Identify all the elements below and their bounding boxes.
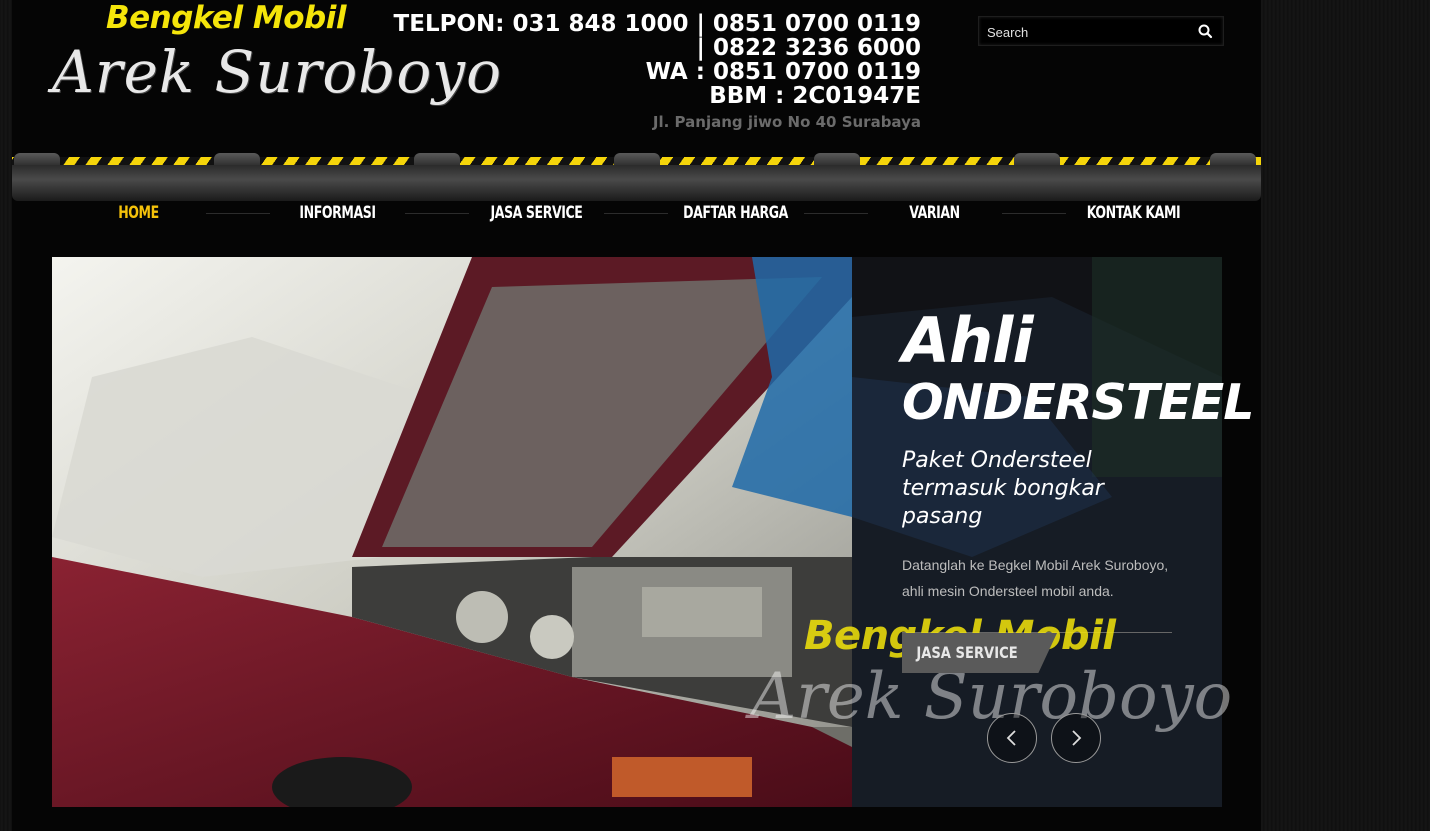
slide-heading-2: ONDERSTEEL — [902, 374, 1254, 431]
contact-info: TELPON: 031 848 1000 | 0851 0700 0119 | … — [394, 12, 921, 134]
chevron-left-icon — [1006, 730, 1016, 746]
hazard-bar — [12, 153, 1261, 201]
jasa-service-button-label: JASA SERVICE — [916, 643, 1018, 662]
search-box — [978, 16, 1224, 46]
slide-description: Datanglah ke Begkel Mobil Arek Suroboyo,… — [902, 557, 1169, 599]
nav-item-daftar-harga[interactable]: DAFTAR HARGA — [654, 201, 817, 225]
jasa-service-button[interactable]: JASA SERVICE — [902, 633, 1057, 673]
contact-whatsapp: WA : 0851 0700 0119 — [645, 59, 921, 85]
logo-title[interactable]: Bengkel Mobil — [106, 0, 346, 36]
main-nav: HOME INFORMASI JASA SERVICE DAFTAR HARGA… — [12, 201, 1261, 237]
slide-heading: Ahli — [902, 304, 1034, 377]
nav-item-varian[interactable]: VARIAN — [853, 201, 1016, 225]
contact-address: Jl. Panjang jiwo No 40 Surabaya — [652, 113, 921, 131]
search-input[interactable] — [985, 21, 1189, 43]
slider-next-button[interactable] — [1051, 713, 1101, 763]
contact-phone: TELPON: 031 848 1000 | 0851 0700 0119 — [393, 11, 921, 37]
chevron-right-icon — [1072, 730, 1082, 746]
contact-bbm: BBM : 2C01947E — [709, 83, 921, 109]
nav-item-informasi[interactable]: INFORMASI — [256, 201, 419, 225]
nav-item-home[interactable]: HOME — [57, 201, 220, 225]
slider-prev-button[interactable] — [987, 713, 1037, 763]
slide-photo — [52, 257, 852, 807]
hazard-bar-body — [12, 165, 1261, 201]
search-icon[interactable] — [1197, 23, 1213, 39]
contact-phone-2: | 0822 3236 6000 — [696, 35, 921, 61]
nav-item-kontak-kami[interactable]: KONTAK KAMI — [1052, 201, 1215, 225]
nav-item-jasa-service[interactable]: JASA SERVICE — [455, 201, 618, 225]
slide-subheading: Paket Ondersteel termasuk bongkar pasang — [902, 448, 1104, 529]
